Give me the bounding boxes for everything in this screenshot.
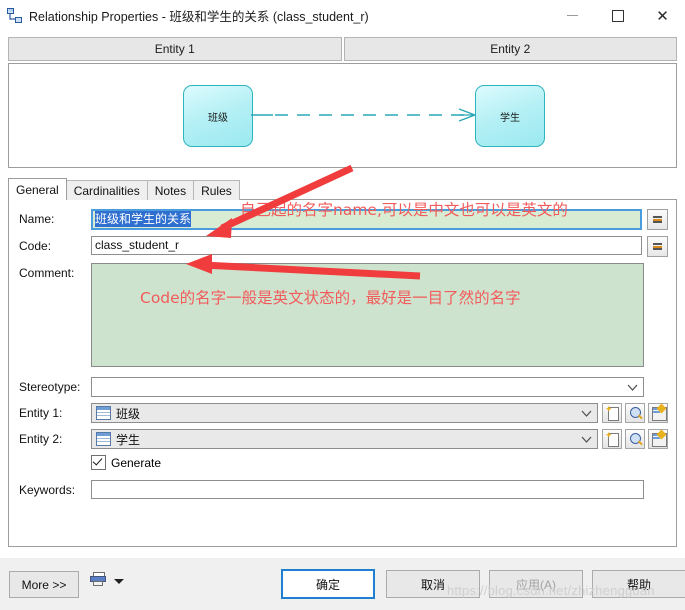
keywords-row: Keywords: bbox=[19, 480, 668, 499]
entity2-value: 学生 bbox=[116, 432, 141, 447]
code-input[interactable]: class_student_r bbox=[91, 236, 642, 255]
caret-down-icon[interactable] bbox=[114, 579, 124, 584]
generate-row: Generate bbox=[91, 455, 668, 470]
tab-bar: General Cardinalities Notes Rules bbox=[8, 178, 677, 200]
relationship-diagram: 班级 学生 bbox=[8, 63, 677, 168]
entity1-label: Entity 1: bbox=[19, 406, 63, 420]
tab-general-label: General bbox=[16, 182, 59, 197]
table-icon bbox=[96, 406, 111, 420]
tab-notes-label: Notes bbox=[154, 183, 187, 198]
entity2-row: Entity 2: 学生 ✦ bbox=[19, 429, 668, 449]
name-input-value: 班级和学生的关系 bbox=[95, 211, 192, 227]
name-menu-button[interactable] bbox=[647, 209, 668, 230]
window-controls: ✕ bbox=[550, 0, 685, 31]
entity1-action-buttons: ✦ bbox=[602, 403, 668, 423]
chevron-down-icon bbox=[581, 430, 592, 448]
comment-textarea[interactable] bbox=[91, 263, 644, 367]
entity2-combo[interactable]: 学生 bbox=[91, 429, 598, 449]
generate-label: Generate bbox=[111, 455, 162, 470]
entity2-label: Entity 2: bbox=[19, 432, 63, 446]
entity2-find-button[interactable] bbox=[625, 429, 645, 449]
ok-button[interactable]: 确定 bbox=[281, 569, 375, 599]
tab-notes[interactable]: Notes bbox=[146, 180, 195, 200]
entity1-combo[interactable]: 班级 bbox=[91, 403, 598, 423]
equals-menu-icon bbox=[653, 216, 662, 223]
minimize-button[interactable] bbox=[550, 0, 595, 31]
code-label: Code: bbox=[19, 239, 52, 253]
diagram-connector bbox=[251, 108, 476, 122]
help-button[interactable]: 帮助 bbox=[592, 570, 685, 598]
entity1-header: Entity 1 bbox=[8, 37, 342, 61]
general-tab-panel: Name: 班级和学生的关系 Code: class_student_r Com… bbox=[8, 199, 677, 547]
keywords-label: Keywords: bbox=[19, 483, 76, 497]
code-menu-button[interactable] bbox=[647, 236, 668, 257]
apply-button: 应用(A) bbox=[489, 570, 583, 598]
name-row: Name: 班级和学生的关系 bbox=[19, 209, 668, 230]
entity-header-strip: Entity 1 Entity 2 bbox=[8, 37, 677, 61]
chevron-down-icon bbox=[627, 378, 638, 396]
entity2-new-button[interactable]: ✦ bbox=[602, 429, 622, 449]
entity1-new-button[interactable]: ✦ bbox=[602, 403, 622, 423]
entity2-action-buttons: ✦ bbox=[602, 429, 668, 449]
window-titlebar: Relationship Properties - 班级和学生的关系 (clas… bbox=[0, 0, 685, 32]
maximize-icon bbox=[611, 9, 624, 22]
minimize-icon bbox=[567, 15, 578, 16]
maximize-button[interactable] bbox=[595, 0, 640, 31]
entity1-properties-button[interactable] bbox=[648, 403, 668, 423]
tab-cardinalities-label: Cardinalities bbox=[73, 183, 140, 198]
entity1-find-button[interactable] bbox=[625, 403, 645, 423]
code-row: Code: class_student_r bbox=[19, 236, 668, 257]
close-button[interactable]: ✕ bbox=[640, 0, 685, 31]
cancel-button[interactable]: 取消 bbox=[386, 570, 480, 598]
name-input[interactable]: 班级和学生的关系 bbox=[91, 209, 642, 230]
stereotype-row: Stereotype: bbox=[19, 377, 668, 397]
comment-row: Comment: bbox=[19, 263, 668, 367]
tab-cardinalities[interactable]: Cardinalities bbox=[65, 180, 148, 200]
general-form: Name: 班级和学生的关系 Code: class_student_r Com… bbox=[9, 200, 676, 499]
close-icon: ✕ bbox=[656, 7, 669, 25]
print-button[interactable] bbox=[90, 572, 108, 590]
print-icon bbox=[90, 572, 106, 586]
dialog-footer: More >> 确定 取消 应用(A) 帮助 bbox=[0, 557, 685, 610]
comment-label: Comment: bbox=[19, 266, 75, 280]
more-button[interactable]: More >> bbox=[9, 571, 79, 598]
keywords-input[interactable] bbox=[91, 480, 644, 499]
entity2-properties-button[interactable] bbox=[648, 429, 668, 449]
entity1-value: 班级 bbox=[116, 406, 141, 421]
tab-general[interactable]: General bbox=[8, 178, 67, 200]
generate-checkbox[interactable] bbox=[91, 455, 106, 470]
entity2-header: Entity 2 bbox=[343, 37, 677, 61]
table-icon bbox=[96, 432, 111, 446]
chevron-down-icon bbox=[581, 404, 592, 422]
name-label: Name: bbox=[19, 212, 55, 226]
entity1-row: Entity 1: 班级 ✦ bbox=[19, 403, 668, 423]
stereotype-label: Stereotype: bbox=[19, 380, 81, 394]
tab-rules-label: Rules bbox=[201, 183, 232, 198]
equals-menu-icon bbox=[653, 243, 662, 250]
window-title: Relationship Properties - 班级和学生的关系 (clas… bbox=[29, 10, 369, 24]
tab-rules[interactable]: Rules bbox=[193, 180, 240, 200]
stereotype-combo[interactable] bbox=[91, 377, 644, 397]
relationship-icon bbox=[7, 7, 23, 24]
code-input-value: class_student_r bbox=[95, 238, 180, 252]
